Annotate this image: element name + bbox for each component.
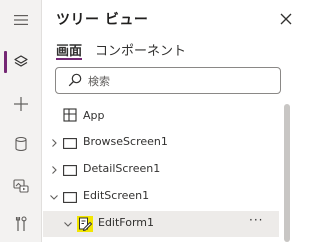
layers-icon: [14, 55, 28, 67]
tools-icon: [15, 216, 27, 231]
active-tab-indicator: [56, 58, 82, 60]
tree-item-browse-screen[interactable]: BrowseScreen1: [43, 130, 279, 156]
search-icon: [68, 73, 82, 87]
screen-icon: [63, 192, 77, 203]
plus-icon: [14, 97, 28, 111]
tools-button[interactable]: [0, 206, 42, 242]
app-icon: [63, 108, 77, 122]
search-placeholder: 検索: [88, 75, 110, 88]
hamburger-menu-button[interactable]: [0, 2, 42, 38]
hamburger-menu-icon: [14, 15, 28, 25]
chevron-right-icon[interactable]: [49, 165, 59, 175]
edit-form-icon: [77, 216, 93, 232]
tree-item-app[interactable]: App: [43, 103, 279, 129]
tree-item-label: DetailScreen1: [83, 162, 161, 175]
chevron-down-icon[interactable]: [63, 219, 73, 229]
tree-item-edit-screen[interactable]: EditScreen1: [43, 184, 279, 210]
tree-item-detail-screen[interactable]: DetailScreen1: [43, 157, 279, 183]
more-options-button[interactable]: ···: [249, 213, 263, 227]
database-icon: [15, 137, 27, 151]
close-icon: [280, 13, 292, 25]
tab-components[interactable]: コンポーネント: [95, 40, 186, 59]
left-rail: [0, 0, 42, 242]
insert-button[interactable]: [0, 86, 42, 122]
screen-icon: [63, 165, 77, 176]
media-button[interactable]: [0, 168, 42, 204]
tree-item-label: EditScreen1: [83, 189, 150, 202]
tree-item-label: BrowseScreen1: [83, 135, 168, 148]
panel-title: ツリー ビュー: [56, 12, 149, 28]
tree-item-label: EditForm1: [98, 216, 155, 229]
tree-view-button[interactable]: [0, 44, 42, 80]
scrollbar-thumb[interactable]: [284, 104, 290, 242]
scrollbar[interactable]: [281, 100, 296, 242]
data-button[interactable]: [0, 126, 42, 162]
search-input[interactable]: 検索: [55, 67, 281, 94]
chevron-down-icon[interactable]: [49, 192, 59, 202]
screen-icon: [63, 138, 77, 149]
media-icon: [13, 179, 29, 193]
chevron-right-icon[interactable]: [49, 138, 59, 148]
tab-screens[interactable]: 画面: [56, 40, 82, 59]
close-button[interactable]: [279, 11, 293, 25]
tree-item-label: App: [83, 109, 105, 122]
tree-item-edit-form[interactable]: EditForm1 ···: [43, 211, 279, 237]
tree-view-panel: ツリー ビュー 画面 コンポーネント 検索 App BrowseScreen1: [43, 0, 300, 242]
